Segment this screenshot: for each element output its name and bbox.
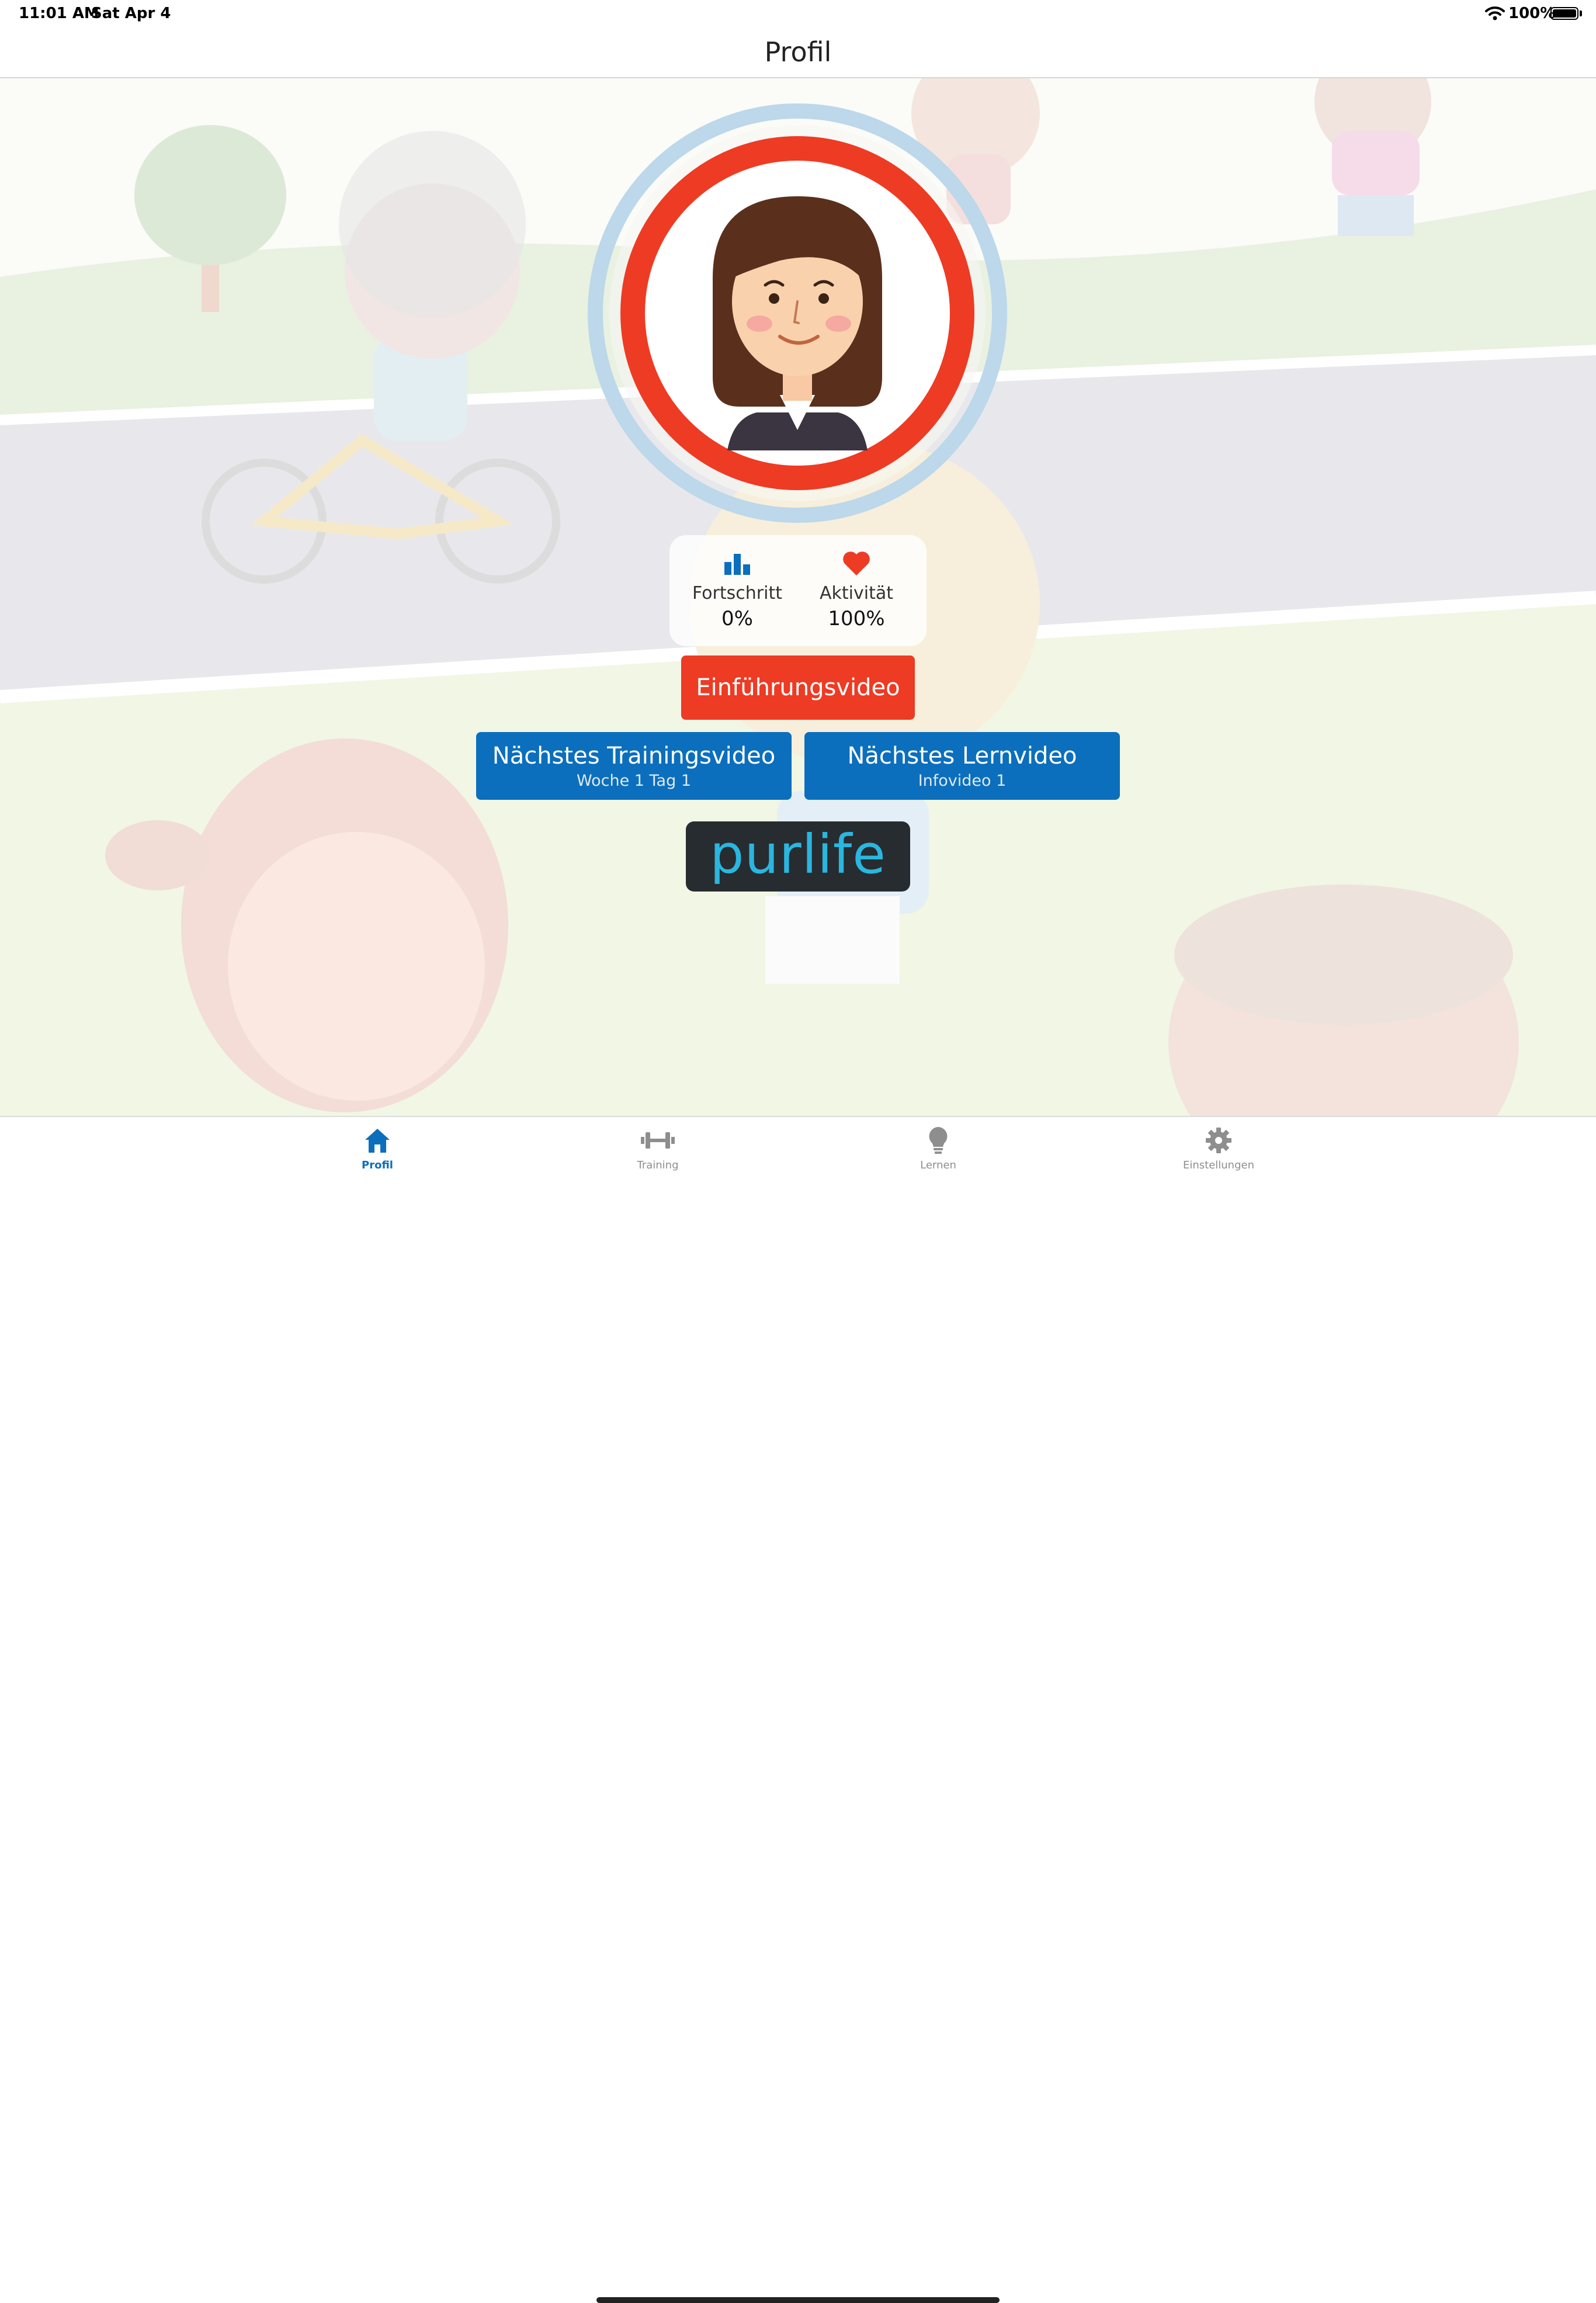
status-date: Sat Apr 4: [91, 5, 171, 22]
next-training-video-button[interactable]: Nächstes Trainingsvideo Woche 1 Tag 1: [476, 732, 792, 800]
activity-stat: Aktivität 100%: [798, 548, 915, 630]
navigation-bar: Profil: [0, 28, 1596, 78]
purlife-logo: purlife: [686, 821, 910, 892]
training-button-title: Nächstes Trainingsvideo: [492, 743, 776, 769]
tab-profil[interactable]: Profil: [307, 1125, 447, 1171]
intro-video-button[interactable]: Einführungsvideo: [681, 655, 915, 720]
tab-label-einstellungen: Einstellungen: [1182, 1159, 1255, 1171]
heart-icon: [843, 552, 870, 575]
tab-label-training: Training: [637, 1159, 679, 1171]
battery-percent: 100%: [1508, 5, 1556, 22]
tab-training[interactable]: Training: [588, 1125, 728, 1171]
tab-bar: Profil Training Lernen Einstellungen: [0, 1116, 1596, 2303]
progress-value: 0%: [721, 607, 753, 630]
dumbbell-icon: [641, 1132, 675, 1149]
status-time: 11:01 AM: [19, 5, 99, 22]
stats-card: Fortschritt 0% Aktivität 100%: [669, 535, 927, 646]
profile-avatar[interactable]: [587, 103, 1008, 523]
progress-label: Fortschritt: [692, 583, 782, 604]
tab-label-profil: Profil: [362, 1159, 393, 1171]
wifi-icon: [1485, 6, 1505, 20]
lightbulb-icon: [929, 1127, 948, 1154]
activity-value: 100%: [828, 607, 885, 630]
training-button-subtitle: Woche 1 Tag 1: [576, 772, 691, 790]
battery-icon: [1550, 7, 1578, 20]
tab-lernen[interactable]: Lernen: [868, 1125, 1008, 1171]
status-bar: 11:01 AM Sat Apr 4 100%: [0, 0, 1596, 28]
battery-cap: [1580, 11, 1582, 16]
learn-button-subtitle: Infovideo 1: [918, 772, 1007, 790]
next-learn-video-button[interactable]: Nächstes Lernvideo Infovideo 1: [804, 732, 1120, 800]
tab-einstellungen[interactable]: Einstellungen: [1149, 1125, 1289, 1171]
progress-stat: Fortschritt 0%: [679, 548, 796, 630]
home-indicator[interactable]: [596, 2297, 1000, 2303]
learn-button-title: Nächstes Lernvideo: [847, 743, 1077, 769]
tab-label-lernen: Lernen: [920, 1159, 956, 1171]
page-title: Profil: [764, 36, 832, 68]
home-icon: [365, 1129, 390, 1153]
logo-text: purlife: [710, 823, 886, 886]
gear-icon: [1206, 1128, 1231, 1153]
activity-label: Aktivität: [820, 583, 893, 604]
bar-chart-icon: [724, 554, 750, 575]
